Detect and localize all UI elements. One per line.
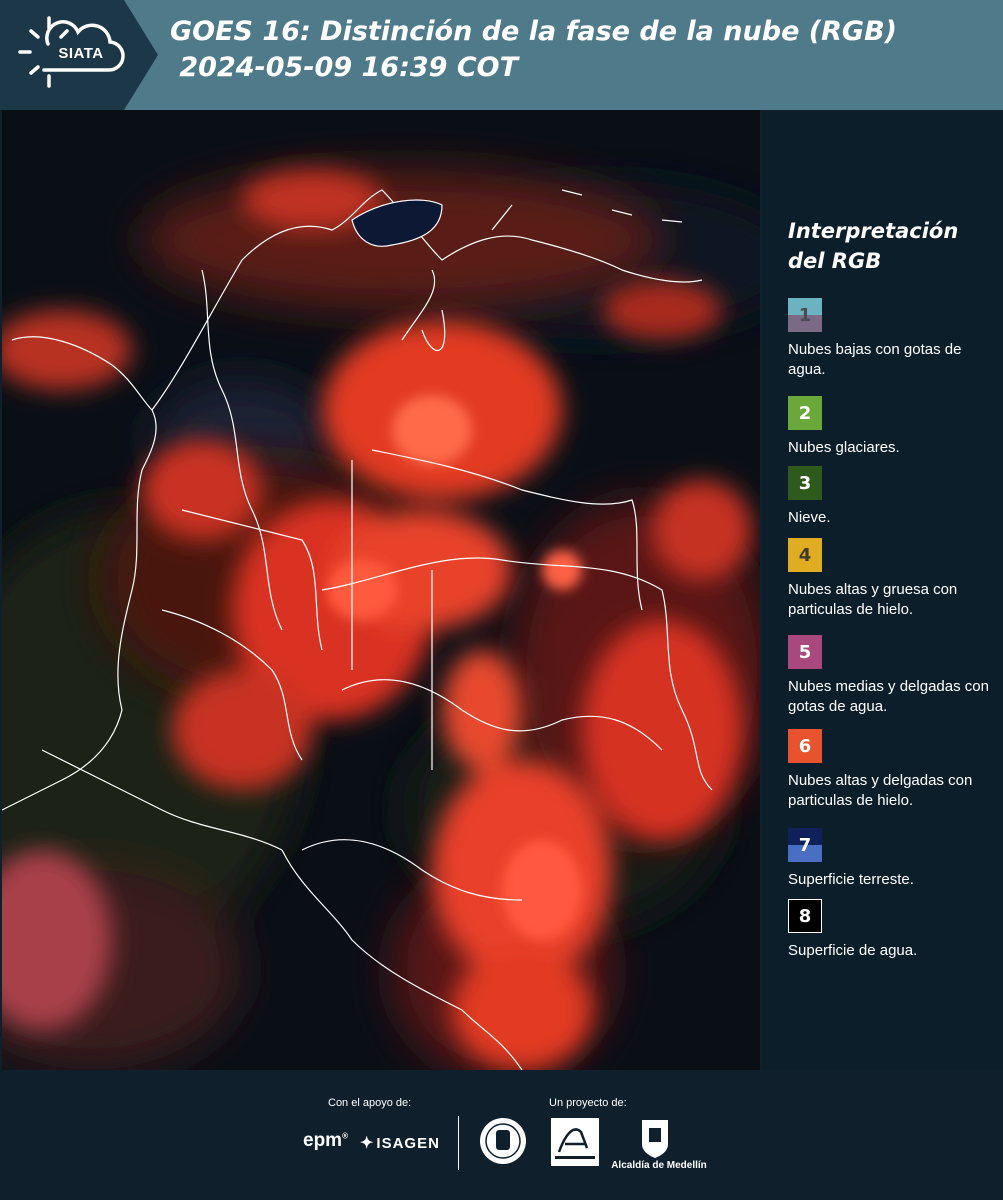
legend-number: 5 [798,641,812,663]
legend-description: Superficie de agua. [788,942,918,959]
legend-item: 7 Superficie terreste. [788,828,1000,890]
legend-swatch: 1 [788,298,822,332]
support-label: Con el apoyo de: [328,1097,412,1109]
legend-number: 1 [798,304,812,326]
page-title: GOES 16: Distinción de la fase de la nub… [170,16,897,83]
legend-description: Nubes glaciares. [788,439,900,456]
siata-logo[interactable]: SIATA [0,0,160,110]
legend-swatch: 4 [788,538,822,572]
legend-number: 2 [798,402,812,424]
legend-title: Interpretación del RGB [788,219,959,273]
legend-number: 3 [798,472,812,494]
legend-number: 6 [798,735,812,757]
siata-logo-text: SIATA [58,45,104,62]
alcaldia-text: Alcaldía de Medellín [611,1160,707,1171]
epm-logo-text: epm [303,1130,343,1151]
isagen-logo[interactable]: ✦ ISAGEN [360,1133,440,1153]
satellite-image [2,110,760,1070]
epm-logo[interactable]: epm® [303,1130,348,1152]
legend-description: Nubes medias y delgadas con gotas de agu… [788,678,989,715]
isagen-mark-icon: ✦ [360,1135,375,1152]
alcaldia-shield-icon[interactable] [640,1118,670,1158]
legend-number: 7 [798,834,812,856]
legend-swatch: 6 [788,729,822,763]
legend-description: Nieve. [788,509,831,526]
university-seal-icon[interactable] [478,1116,528,1166]
legend-item: 5 Nubes medias y delgadas con gotas de ag… [788,635,1000,717]
footer: Con el apoyo de: Un proyecto de: epm® ✦ I… [0,1070,1003,1200]
legend-description: Superficie terreste. [788,871,914,888]
legend-swatch: 2 [788,396,822,430]
isagen-logo-text: ISAGEN [376,1135,440,1152]
legend-panel: Interpretación del RGB 1 Nubes bajas con … [762,110,1003,1070]
legend-item: 3 Nieve. [788,466,1000,528]
legend-description: Nubes altas y delgadas con particulas de… [788,772,973,809]
legend-number: 4 [798,544,812,566]
legend-item: 6 Nubes altas y delgadas con particulas d… [788,729,1000,811]
footer-divider [458,1116,459,1170]
legend-item: 1 Nubes bajas con gotas de agua. [788,298,1000,380]
legend-swatch: 7 [788,828,822,862]
legend-description: Nubes bajas con gotas de agua. [788,341,962,378]
legend-description: Nubes altas y gruesa con particulas de h… [788,581,958,618]
legend-swatch: 5 [788,635,822,669]
legend-item: 4 Nubes altas y gruesa con particulas de … [788,538,1000,620]
legend-number: 8 [798,905,812,927]
legend-item: 8 Superficie de agua. [788,899,1000,961]
project-label: Un proyecto de: [549,1097,627,1109]
satellite-map[interactable] [2,110,760,1070]
legend-item: 2 Nubes glaciares. [788,396,1000,458]
legend-swatch: 3 [788,466,822,500]
legend-swatch: 8 [788,899,822,933]
area-metropolitana-logo-icon[interactable] [551,1118,601,1168]
header: SIATA GOES 16: Distinción de la fase de … [0,0,1003,110]
